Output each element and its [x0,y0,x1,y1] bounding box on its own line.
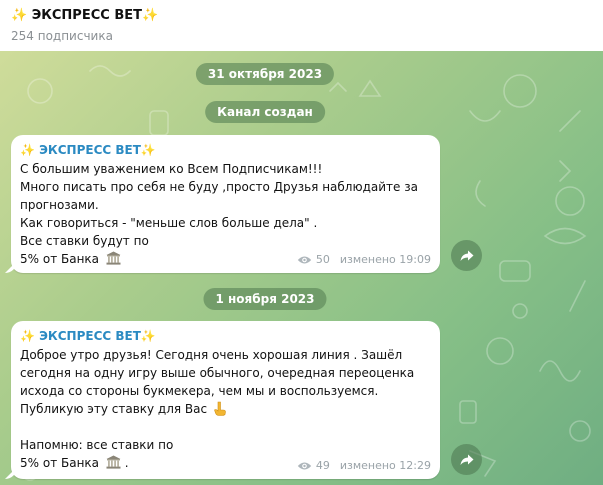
message-text-line: прогнозами. [20,198,99,212]
edited-time: изменено 12:29 [339,459,431,472]
edited-time: изменено 19:09 [339,253,431,266]
message-text-line-emoji: 5% от Банка [20,250,121,268]
forward-button[interactable] [451,444,482,475]
message-text-line: Доброе утро друзья! Сегодня очень хороша… [20,348,403,362]
channel-header[interactable]: ✨ ЭКСПРЕСС BET✨ 254 подписчика [0,0,603,51]
message-author[interactable]: ✨ ЭКСПРЕСС BET✨ [20,143,156,157]
forward-button[interactable] [451,240,482,271]
message-text: 5% от Банка [20,456,100,470]
service-message: Канал создан [205,101,325,123]
chat-area[interactable]: 31 октября 2023 Канал создан ✨ ЭКСПРЕСС … [0,51,603,485]
message-text: Публикую эту ставку для Вас [20,402,208,416]
message-bubble[interactable]: ✨ ЭКСПРЕСС BET✨ Доброе утро друзья! Сего… [5,321,440,479]
channel-title[interactable]: ✨ ЭКСПРЕСС BET✨ [11,8,158,23]
message-text-line: С большим уважением ко Всем Подписчикам!… [20,162,323,176]
message-text: 5% от Банка [20,252,100,266]
message-text-line: Как говориться - "меньше слов больше дел… [20,216,318,230]
message-meta: 49 изменено 12:29 [297,459,431,472]
forward-arrow-icon [460,454,473,465]
message-text-line: Все ставки будут по [20,234,149,248]
message-meta: 50 изменено 19:09 [297,253,431,266]
view-count: 49 [315,459,330,472]
bank-icon [106,455,121,469]
date-separator: 31 октября 2023 [195,63,335,85]
forward-arrow-icon [460,250,473,261]
pointing-down-hand-icon [214,401,226,416]
message-text-line: Много писать про себя не буду ,просто Др… [20,180,418,194]
bank-icon [106,251,121,265]
date-separator: 1 ноября 2023 [203,288,327,310]
message-text-line-emoji: 5% от Банка . [20,454,129,472]
view-count: 50 [315,253,330,266]
message-text: . [124,456,129,470]
message-text-line: Напомню: все ставки по [20,438,174,452]
message-text-line-emoji: Публикую эту ставку для Вас [20,400,227,418]
subscriber-count: 254 подписчика [11,29,113,43]
message-author[interactable]: ✨ ЭКСПРЕСС BET✨ [20,329,156,343]
message-text-line: исхода со стороны букмекера, чем мы и во… [20,384,379,398]
eye-icon [297,256,312,263]
message-bubble[interactable]: ✨ ЭКСПРЕСС BET✨ С большим уважением ко В… [5,135,440,273]
eye-icon [297,462,312,469]
message-text-line: сегодня на одну игру выше обычного, очер… [20,366,415,380]
